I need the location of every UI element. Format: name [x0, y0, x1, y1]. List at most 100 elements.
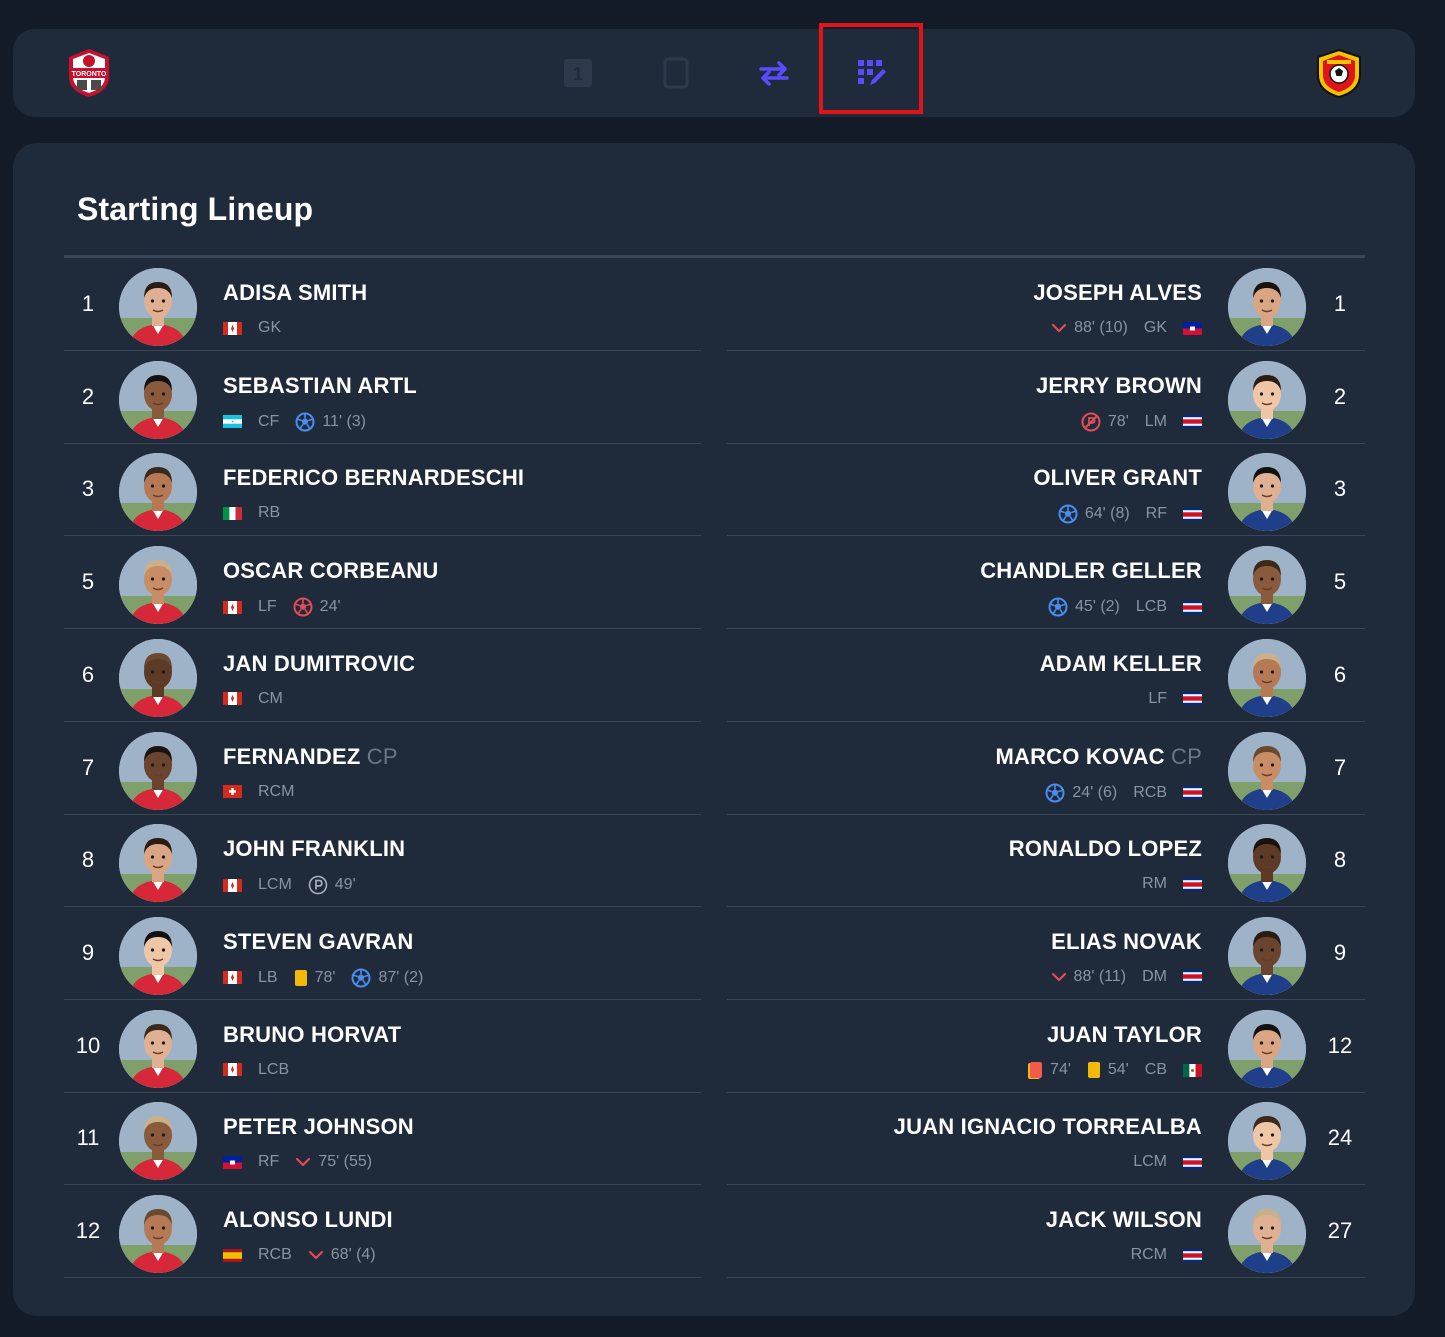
- player-name-text: OSCAR CORBEANU: [223, 558, 439, 584]
- player-name[interactable]: RONALDO LOPEZ: [1009, 836, 1202, 862]
- goal-icon: [1048, 597, 1075, 617]
- player-photo: [119, 824, 197, 903]
- player-position: LCM: [258, 876, 292, 894]
- goal-icon: [295, 412, 322, 432]
- event-time: 87' (2): [378, 968, 424, 986]
- shirt-number: 2: [81, 383, 95, 409]
- player-photo: [119, 731, 197, 810]
- player-photo: [1228, 824, 1306, 903]
- player-position: RCM: [258, 782, 295, 800]
- yellow-card-icon: [294, 969, 315, 987]
- match-event: 75' (55): [295, 1153, 372, 1171]
- player-name-text: JUAN TAYLOR: [1047, 1021, 1202, 1047]
- player-meta: RCB 68' (4): [223, 1246, 392, 1264]
- player-name[interactable]: JUAN IGNACIO TORREALBA: [894, 1114, 1202, 1140]
- player-position: CB: [1144, 1061, 1167, 1079]
- player-photo: [119, 453, 197, 532]
- player-name[interactable]: JERRY BROWN: [1036, 373, 1202, 399]
- away-player-row[interactable]: 12 JUAN TAYLOR 74' 54' CB: [727, 1001, 1365, 1093]
- player-position: LM: [1144, 412, 1167, 430]
- player-name[interactable]: OLIVER GRANT: [1033, 465, 1202, 491]
- home-team-crest[interactable]: TORONTO: [63, 47, 115, 99]
- event-time: 78': [314, 968, 336, 986]
- player-name-text: ALONSO LUNDI: [223, 1207, 393, 1232]
- player-name[interactable]: MARCO KOVAC CP: [995, 744, 1202, 770]
- shirt-number: 5: [81, 569, 95, 595]
- match-event: 24': [293, 597, 341, 617]
- player-position: CF: [258, 412, 280, 430]
- swap-arrows-icon: [759, 61, 789, 86]
- flag-costa-rica-icon: [1183, 877, 1202, 891]
- missed-penalty-icon: [1081, 412, 1108, 432]
- player-name[interactable]: CHANDLER GELLER: [980, 558, 1202, 584]
- away-player-row[interactable]: 6 ADAM KELLER LF: [727, 630, 1365, 722]
- player-meta: LF 24': [223, 597, 357, 617]
- player-photo: [1228, 1102, 1306, 1181]
- tab-red-cards[interactable]: [626, 29, 726, 117]
- away-player-row[interactable]: 7 MARCO KOVAC CP 24' (6) RCB: [727, 723, 1365, 815]
- tab-yellow-cards[interactable]: 1: [528, 29, 628, 117]
- player-name[interactable]: JAN DUMITROVIC: [223, 651, 415, 677]
- player-name[interactable]: JACK WILSON: [1046, 1207, 1202, 1233]
- player-name-text: JAN DUMITROVIC: [223, 650, 416, 676]
- home-player-row[interactable]: 2 SEBASTIAN ARTL CF 11' (3): [64, 352, 701, 444]
- home-player-row[interactable]: 12 ALONSO LUNDI RCB 68' (4): [64, 1186, 701, 1278]
- away-player-row[interactable]: 24 JUAN IGNACIO TORREALBA LCM: [727, 1093, 1365, 1186]
- player-name[interactable]: SEBASTIAN ARTL: [223, 373, 417, 399]
- player-position: DM: [1142, 967, 1167, 985]
- player-name[interactable]: ADAM KELLER: [1040, 651, 1202, 677]
- away-player-row[interactable]: 8 RONALDO LOPEZ RM: [727, 815, 1365, 908]
- home-player-row[interactable]: 11 PETER JOHNSON RF 75' (55): [64, 1093, 701, 1186]
- home-player-row[interactable]: 10 BRUNO HORVAT LCB: [64, 1001, 701, 1093]
- player-meta: LCM 49': [223, 875, 372, 895]
- away-player-row[interactable]: 2 JERRY BROWN 78' LM: [727, 352, 1365, 444]
- player-name[interactable]: JOSEPH ALVES: [1033, 280, 1202, 306]
- match-event: 78': [294, 968, 336, 987]
- home-player-row[interactable]: 9 STEVEN GAVRAN LB 78' 87' (2): [64, 908, 701, 1000]
- player-position: RF: [258, 1153, 280, 1171]
- player-name[interactable]: ELIAS NOVAK: [1051, 929, 1202, 955]
- away-player-row[interactable]: 5 CHANDLER GELLER 45' (2) LCB: [727, 537, 1365, 630]
- player-name[interactable]: STEVEN GAVRAN: [223, 929, 413, 955]
- away-team-crest[interactable]: [1313, 47, 1365, 99]
- home-player-row[interactable]: 3 FEDERICO BERNARDESCHI RB: [64, 444, 701, 537]
- flag-mexico-icon: [1183, 1063, 1202, 1077]
- player-name[interactable]: ALONSO LUNDI: [223, 1207, 393, 1233]
- away-player-row[interactable]: 1 JOSEPH ALVES 88' (10) GK: [727, 259, 1365, 351]
- player-name-text: FEDERICO BERNARDESCHI: [223, 465, 525, 491]
- player-position: LCM: [1133, 1153, 1167, 1171]
- event-time: 11' (3): [322, 412, 366, 430]
- player-name[interactable]: FERNANDEZ CP: [223, 744, 398, 770]
- tab-lineups[interactable]: [822, 29, 922, 117]
- flag-canada-icon: [223, 1063, 242, 1077]
- player-name[interactable]: ADISA SMITH: [223, 280, 367, 306]
- player-meta: 78' LM: [1065, 412, 1202, 432]
- away-player-row[interactable]: 3 OLIVER GRANT 64' (8) RF: [727, 444, 1365, 537]
- player-name[interactable]: FEDERICO BERNARDESCHI: [223, 465, 524, 491]
- player-photo: [1228, 731, 1306, 810]
- event-time: 49': [334, 876, 356, 894]
- player-name[interactable]: JUAN TAYLOR: [1047, 1022, 1202, 1048]
- player-name-text: RONALDO LOPEZ: [1008, 836, 1202, 862]
- home-player-row[interactable]: 1 ADISA SMITH GK: [64, 259, 701, 351]
- player-name-text: FERNANDEZ: [223, 743, 361, 769]
- goal-icon: [1045, 783, 1072, 803]
- player-name[interactable]: PETER JOHNSON: [223, 1114, 414, 1140]
- player-name[interactable]: OSCAR CORBEANU: [223, 558, 438, 584]
- event-time: 74': [1050, 1061, 1071, 1079]
- event-time: 88' (10): [1074, 319, 1128, 336]
- player-name[interactable]: JOHN FRANKLIN: [223, 836, 405, 862]
- home-player-row[interactable]: 5 OSCAR CORBEANU LF 24': [64, 537, 701, 630]
- home-player-row[interactable]: 6 JAN DUMITROVIC CM: [64, 630, 701, 722]
- player-name-text: JOSEPH ALVES: [1033, 280, 1202, 305]
- away-player-row[interactable]: 9 ELIAS NOVAK 88' (11) DM: [727, 908, 1365, 1000]
- away-player-row[interactable]: 27 JACK WILSON RCM: [727, 1186, 1365, 1278]
- player-name-text: JERRY BROWN: [1036, 372, 1202, 398]
- player-name[interactable]: BRUNO HORVAT: [223, 1022, 401, 1048]
- player-meta: 64' (8) RF: [1042, 504, 1202, 524]
- tab-substitutions[interactable]: [724, 29, 824, 117]
- home-player-row[interactable]: 7 FERNANDEZ CP RCM: [64, 723, 701, 815]
- player-photo: [119, 360, 197, 439]
- home-player-row[interactable]: 8 JOHN FRANKLIN LCM 49': [64, 815, 701, 908]
- player-photo: [119, 916, 197, 995]
